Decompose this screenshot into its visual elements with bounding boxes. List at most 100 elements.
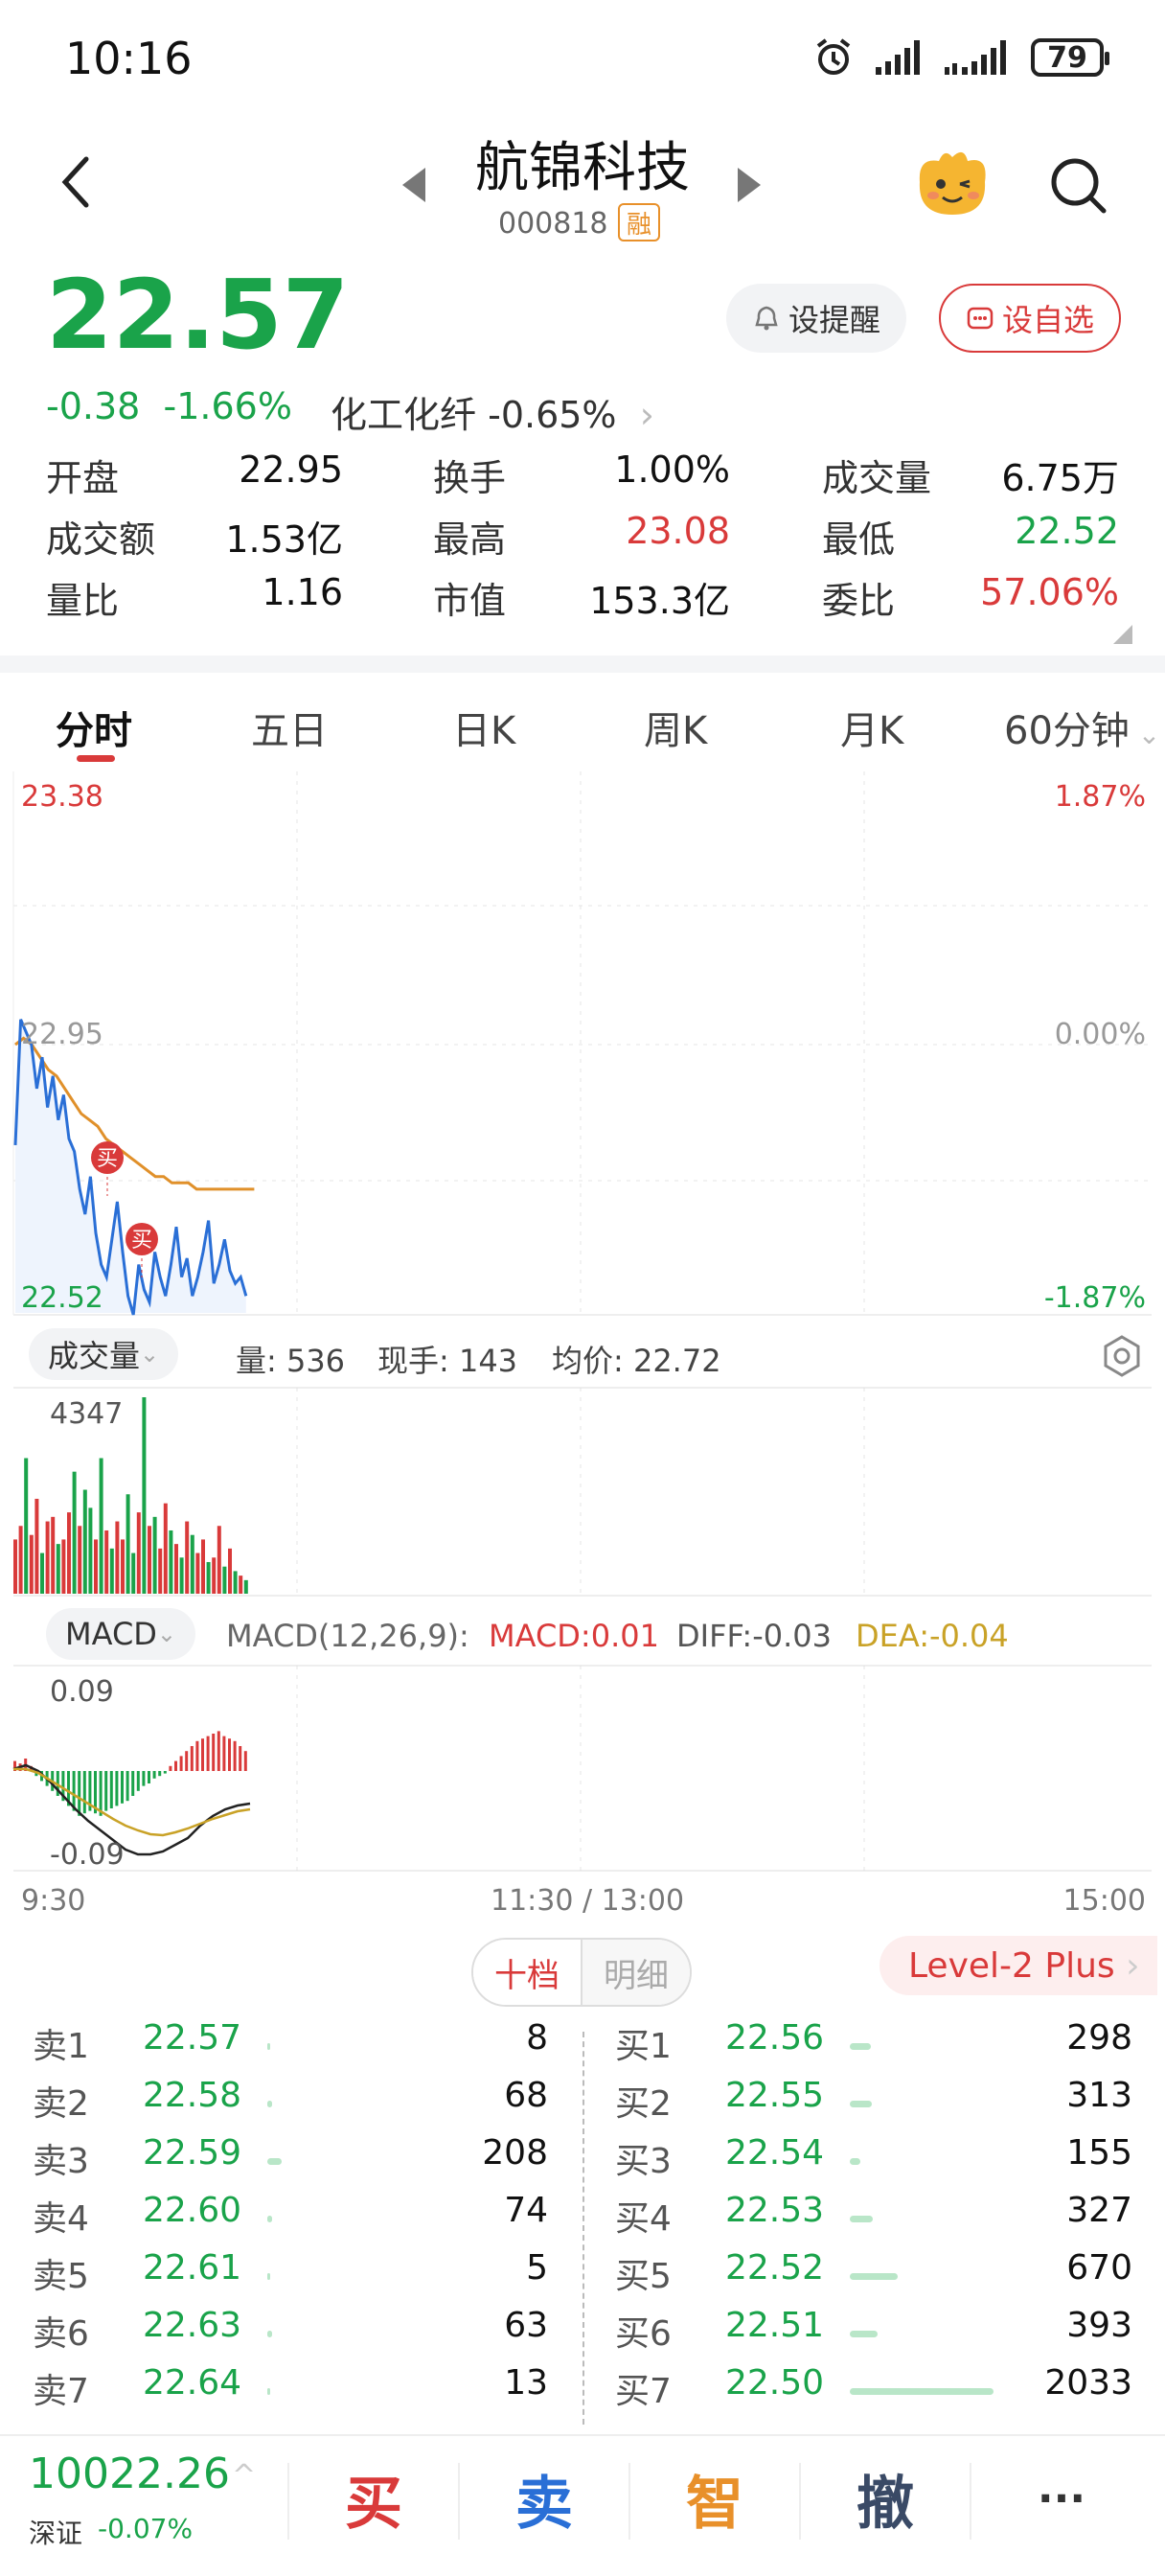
macd-bar — [78, 1771, 81, 1816]
more-button[interactable]: ··· — [977, 2455, 1146, 2542]
tab-60min[interactable]: 60分钟 ⌄ — [1004, 700, 1160, 755]
buy-level-row[interactable]: 买3 22.54 155 — [615, 2133, 1132, 2191]
tab-weekly-k[interactable]: 周K — [644, 700, 707, 755]
level-volume-bar — [267, 2216, 273, 2222]
level-price: 22.64 — [143, 2363, 242, 2403]
buy-level-row[interactable]: 买5 22.52 670 — [615, 2248, 1132, 2306]
macd-axis-top: 0.09 — [50, 1675, 114, 1709]
search-icon[interactable] — [1046, 153, 1109, 217]
next-stock-icon[interactable] — [738, 168, 761, 202]
level-price: 22.57 — [143, 2018, 242, 2058]
tab-60min-label: 60分钟 — [1004, 709, 1130, 753]
buy-level-row[interactable]: 买6 22.51 393 — [615, 2306, 1132, 2363]
buy-level-row[interactable]: 买4 22.53 327 — [615, 2191, 1132, 2248]
macd-bar — [239, 1746, 242, 1771]
volume-bar — [179, 1557, 184, 1594]
expand-corner-icon[interactable] — [1113, 625, 1132, 644]
buy-level-row[interactable]: 买2 22.55 313 — [615, 2076, 1132, 2133]
mascot-icon[interactable] — [910, 144, 993, 220]
volume-bar — [136, 1512, 141, 1594]
stats-row: 开盘 22.95 换手 1.00% 成交量 6.75万 — [46, 448, 1119, 510]
change-value: -0.38 — [46, 385, 141, 427]
volume-bar — [228, 1548, 232, 1594]
time-end: 15:00 — [1062, 1884, 1146, 1918]
macd-bar — [190, 1746, 194, 1771]
sell-level-row[interactable]: 卖5 22.61 5 — [33, 2248, 548, 2306]
level2-plus-button[interactable]: Level-2 Plus › — [879, 1936, 1157, 1995]
buy-level-row[interactable]: 买7 22.50 2033 — [615, 2363, 1132, 2421]
volume-bar — [195, 1552, 200, 1594]
stat-label: 量比 — [46, 580, 120, 622]
stat-value: 1.00% — [614, 448, 730, 491]
set-alert-button[interactable]: 设提醒 — [726, 284, 906, 353]
level-label: 买7 — [615, 2372, 672, 2411]
average-price: 均价: 22.72 — [552, 1343, 721, 1379]
stat-label: 最高 — [433, 518, 507, 561]
level-volume-bar — [850, 2158, 861, 2165]
stat-label: 成交额 — [46, 518, 156, 561]
add-watchlist-button[interactable]: 设自选 — [939, 284, 1121, 353]
stat-label: 最低 — [822, 518, 896, 561]
level-quantity: 74 — [504, 2191, 548, 2230]
buy-button[interactable]: 买 — [289, 2455, 458, 2542]
volume-bar — [212, 1557, 217, 1594]
level-price: 22.56 — [725, 2018, 825, 2058]
divider — [970, 2463, 971, 2540]
status-time: 10:16 — [65, 33, 193, 84]
level-label: 卖4 — [33, 2199, 89, 2239]
sell-level-row[interactable]: 卖4 22.60 74 — [33, 2191, 548, 2248]
level-volume-bar — [267, 2331, 272, 2337]
sell-level-row[interactable]: 卖1 22.57 8 — [33, 2018, 548, 2076]
volume-selector[interactable]: 成交量 ⌄ — [29, 1328, 179, 1380]
pct-axis-mid: 0.00% — [1054, 1018, 1146, 1051]
macd-axis-bottom: -0.09 — [50, 1838, 125, 1872]
chevron-up-icon[interactable]: ^ — [232, 2459, 256, 2493]
level-price: 22.59 — [143, 2133, 242, 2173]
sell-level-row[interactable]: 卖3 22.59 208 — [33, 2133, 548, 2191]
level-price: 22.51 — [725, 2306, 825, 2345]
level2-plus-label: Level-2 Plus — [908, 1945, 1115, 1986]
change-pct: -1.66% — [163, 385, 292, 427]
index-value[interactable]: 10022.26 — [29, 2450, 230, 2498]
volume-bar — [190, 1534, 194, 1594]
sell-level-row[interactable]: 卖7 22.64 13 — [33, 2363, 548, 2421]
tab-daily-k[interactable]: 日K — [452, 700, 515, 755]
level-volume-bar — [267, 2043, 270, 2050]
tab-five-day[interactable]: 五日 — [251, 700, 328, 755]
volume-bar — [233, 1571, 238, 1594]
sector-link[interactable]: 化工化纤 -0.65% › — [331, 385, 654, 438]
stat-value: 57.06% — [980, 571, 1119, 613]
stat-label: 开盘 — [46, 457, 120, 499]
sell-level-row[interactable]: 卖2 22.58 68 — [33, 2076, 548, 2133]
macd-bar — [82, 1771, 86, 1814]
macd-bar — [174, 1760, 177, 1771]
stat-value: 6.75万 — [1001, 457, 1119, 499]
tab-details[interactable]: 明细 — [581, 1940, 690, 2005]
level-quantity: 393 — [1066, 2306, 1132, 2345]
macd-selector[interactable]: MACD ⌄ — [46, 1608, 196, 1660]
tab-ten-levels[interactable]: 十档 — [473, 1940, 581, 2005]
cancel-order-button[interactable]: 撤 — [801, 2455, 970, 2542]
sell-level-row[interactable]: 卖6 22.63 63 — [33, 2306, 548, 2363]
macd-bar — [195, 1740, 199, 1771]
tab-intraday[interactable]: 分时 — [56, 700, 132, 755]
level-price: 22.63 — [143, 2306, 242, 2345]
level-price: 22.60 — [143, 2191, 242, 2230]
smart-button[interactable]: 智 — [630, 2455, 799, 2542]
section-divider — [0, 656, 1165, 673]
sell-button[interactable]: 卖 — [460, 2455, 628, 2542]
buy-level-row[interactable]: 买1 22.56 298 — [615, 2018, 1132, 2076]
level-price: 22.55 — [725, 2076, 825, 2115]
level-label: 卖7 — [33, 2372, 89, 2411]
price-axis-top: 23.38 — [21, 780, 103, 814]
volume-bar — [222, 1566, 227, 1594]
macd-bar — [109, 1771, 113, 1808]
level-label: 卖3 — [33, 2142, 89, 2181]
level-volume-bar — [267, 2273, 270, 2280]
tab-monthly-k[interactable]: 月K — [840, 700, 903, 755]
volume-bar — [40, 1552, 44, 1594]
volume-bar — [131, 1552, 136, 1594]
settings-icon[interactable] — [1102, 1334, 1142, 1378]
level-price: 22.58 — [143, 2076, 242, 2115]
sector-name: 化工化纤 — [331, 394, 477, 436]
